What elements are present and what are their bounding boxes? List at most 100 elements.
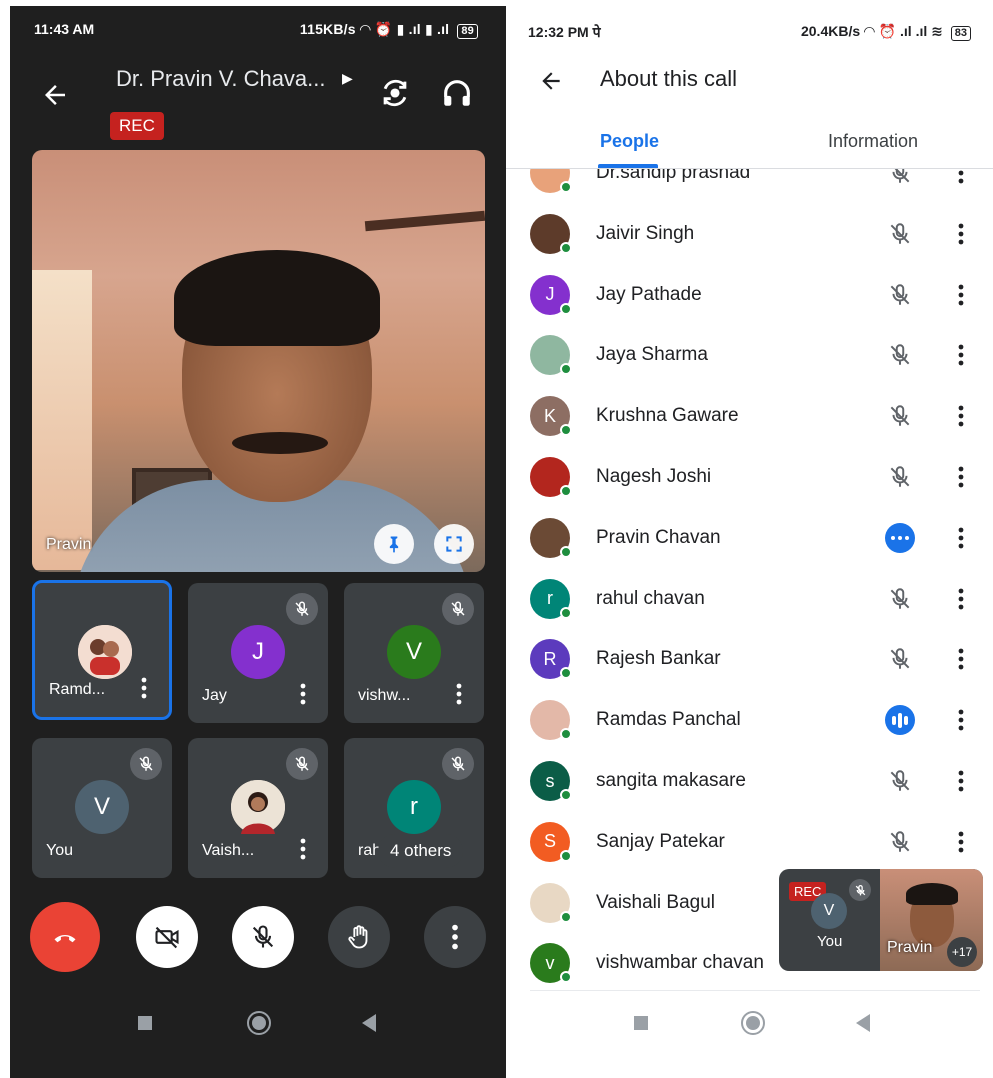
participant-row[interactable]: r rahul chavan bbox=[506, 569, 993, 630]
participant-name: Sanjay Patekar bbox=[596, 830, 725, 852]
participant-name: Jaya Sharma bbox=[596, 344, 708, 366]
participant-row[interactable]: Dr.sandip prashad bbox=[506, 169, 993, 204]
avatar: V bbox=[75, 780, 129, 834]
pip-other-name: Pravin bbox=[887, 939, 933, 956]
more-vert-icon[interactable] bbox=[958, 283, 964, 307]
battery-indicator: 89 bbox=[457, 24, 478, 39]
mic-off-icon bbox=[884, 169, 916, 189]
headphones-icon[interactable] bbox=[440, 76, 474, 110]
participant-tile-you[interactable]: V You bbox=[32, 738, 172, 878]
mic-off-icon bbox=[884, 400, 916, 432]
participant-row[interactable]: Jaya Sharma bbox=[506, 325, 993, 386]
more-vert-icon[interactable] bbox=[300, 838, 306, 860]
switch-camera-icon[interactable] bbox=[378, 76, 412, 110]
participant-name: Pravin Chavan bbox=[596, 526, 721, 548]
about-call-screen: 12:32 PM पे 20.4KB/s ◠ ⏰ .ıl .ıl ≋ 83 Ab… bbox=[506, 6, 993, 1078]
participant-row[interactable]: Nagesh Joshi bbox=[506, 447, 993, 508]
mic-toggle-button[interactable] bbox=[232, 906, 294, 968]
end-call-button[interactable] bbox=[30, 902, 100, 972]
more-vert-icon[interactable] bbox=[958, 404, 964, 428]
tab-people[interactable]: People bbox=[600, 131, 659, 152]
back-nav-icon[interactable] bbox=[856, 1014, 870, 1032]
pip-self-label: You bbox=[817, 933, 843, 950]
back-arrow-icon[interactable] bbox=[538, 68, 564, 94]
recording-badge: REC bbox=[110, 112, 164, 140]
more-vert-icon[interactable] bbox=[958, 465, 964, 489]
participant-tile-ramdas[interactable]: Ramd... bbox=[32, 580, 172, 720]
participant-name: Vaishali Bagul bbox=[596, 891, 716, 913]
signal-icons: ◠ ⏰ ▮ .ıl ▮ .ıl bbox=[359, 21, 450, 37]
more-vert-icon[interactable] bbox=[958, 708, 964, 732]
tile-name: Vaish... bbox=[202, 842, 255, 859]
more-vert-icon bbox=[452, 924, 458, 950]
mic-off-icon bbox=[884, 826, 916, 858]
mic-off-icon bbox=[884, 218, 916, 250]
participant-name: Jay Pathade bbox=[596, 283, 702, 305]
participant-row[interactable]: Ramdas Panchal bbox=[506, 690, 993, 751]
pin-button[interactable] bbox=[374, 524, 414, 564]
home-icon[interactable] bbox=[740, 1010, 766, 1036]
back-arrow-icon[interactable] bbox=[40, 80, 70, 110]
raise-hand-button[interactable] bbox=[328, 906, 390, 968]
participant-row[interactable]: Jaivir Singh bbox=[506, 204, 993, 265]
online-status-dot bbox=[560, 363, 572, 376]
recents-icon[interactable] bbox=[138, 1016, 152, 1030]
more-vert-icon[interactable] bbox=[958, 343, 964, 367]
more-vert-icon[interactable] bbox=[958, 526, 964, 550]
audio-idle-icon bbox=[884, 522, 916, 554]
battery-indicator: 83 bbox=[950, 26, 971, 41]
pip-self-avatar: V bbox=[811, 893, 847, 929]
participant-tile-vishwambar[interactable]: V vishw... bbox=[344, 583, 484, 723]
participant-row[interactable]: R Rajesh Bankar bbox=[506, 629, 993, 690]
mic-off-icon bbox=[442, 593, 474, 625]
fullscreen-icon bbox=[446, 536, 462, 552]
chevron-right-icon[interactable]: ▶ bbox=[342, 70, 353, 87]
home-icon[interactable] bbox=[246, 1010, 272, 1036]
more-options-button[interactable] bbox=[424, 906, 486, 968]
speaking-icon bbox=[884, 704, 916, 736]
back-nav-icon[interactable] bbox=[362, 1014, 376, 1032]
mic-off-icon bbox=[849, 879, 871, 901]
online-status-dot bbox=[560, 849, 572, 862]
participant-tile-vaishali[interactable]: Vaish... bbox=[188, 738, 328, 878]
participant-row[interactable]: S Sanjay Patekar bbox=[506, 812, 993, 873]
mic-off-icon bbox=[442, 748, 474, 780]
participant-list: Dr.sandip prashad Jaivir Singh J Jay Pathad… bbox=[506, 169, 993, 989]
call-title[interactable]: Dr. Pravin V. Chava... bbox=[116, 66, 326, 92]
others-count-pill[interactable]: 4 others bbox=[378, 834, 464, 868]
more-vert-icon[interactable] bbox=[958, 830, 964, 854]
more-vert-icon[interactable] bbox=[300, 683, 306, 705]
picture-in-picture[interactable]: REC V You Pravin +17 bbox=[779, 869, 983, 971]
system-nav-bar bbox=[506, 1006, 993, 1046]
participant-row[interactable]: J Jay Pathade bbox=[506, 265, 993, 326]
more-vert-icon[interactable] bbox=[456, 683, 462, 705]
status-bar: 12:32 PM पे 20.4KB/s ◠ ⏰ .ıl .ıl ≋ 83 bbox=[506, 6, 993, 52]
mic-off-icon bbox=[884, 765, 916, 797]
more-vert-icon[interactable] bbox=[958, 647, 964, 671]
online-status-dot bbox=[560, 545, 572, 558]
main-video-name: Pravin bbox=[46, 536, 92, 553]
more-vert-icon[interactable] bbox=[958, 769, 964, 793]
hang-up-icon bbox=[54, 934, 76, 943]
avatar: r bbox=[387, 780, 441, 834]
participant-row[interactable]: s sangita makasare bbox=[506, 751, 993, 812]
meet-call-screen: 11:43 AM 115KB/s ◠ ⏰ ▮ .ıl ▮ .ıl 89 Dr. … bbox=[10, 6, 506, 1078]
online-status-dot bbox=[560, 485, 572, 497]
participant-row[interactable]: K Krushna Gaware bbox=[506, 386, 993, 447]
online-status-dot bbox=[560, 667, 572, 680]
status-indicators: 115KB/s ◠ ⏰ ▮ .ıl ▮ .ıl 89 bbox=[300, 21, 478, 39]
tab-information[interactable]: Information bbox=[828, 131, 918, 152]
avatar: V bbox=[387, 625, 441, 679]
fullscreen-button[interactable] bbox=[434, 524, 474, 564]
network-speed: 20.4KB/s bbox=[800, 23, 861, 39]
main-video-feed[interactable]: Pravin bbox=[32, 150, 485, 572]
more-vert-icon[interactable] bbox=[958, 169, 964, 185]
participant-row[interactable]: Pravin Chavan bbox=[506, 508, 993, 569]
recents-icon[interactable] bbox=[634, 1016, 648, 1030]
more-vert-icon[interactable] bbox=[958, 587, 964, 611]
more-vert-icon[interactable] bbox=[141, 677, 147, 699]
more-vert-icon[interactable] bbox=[958, 222, 964, 246]
camera-toggle-button[interactable] bbox=[136, 906, 198, 968]
participant-tile-jay[interactable]: J Jay bbox=[188, 583, 328, 723]
tile-name: You bbox=[46, 842, 73, 859]
